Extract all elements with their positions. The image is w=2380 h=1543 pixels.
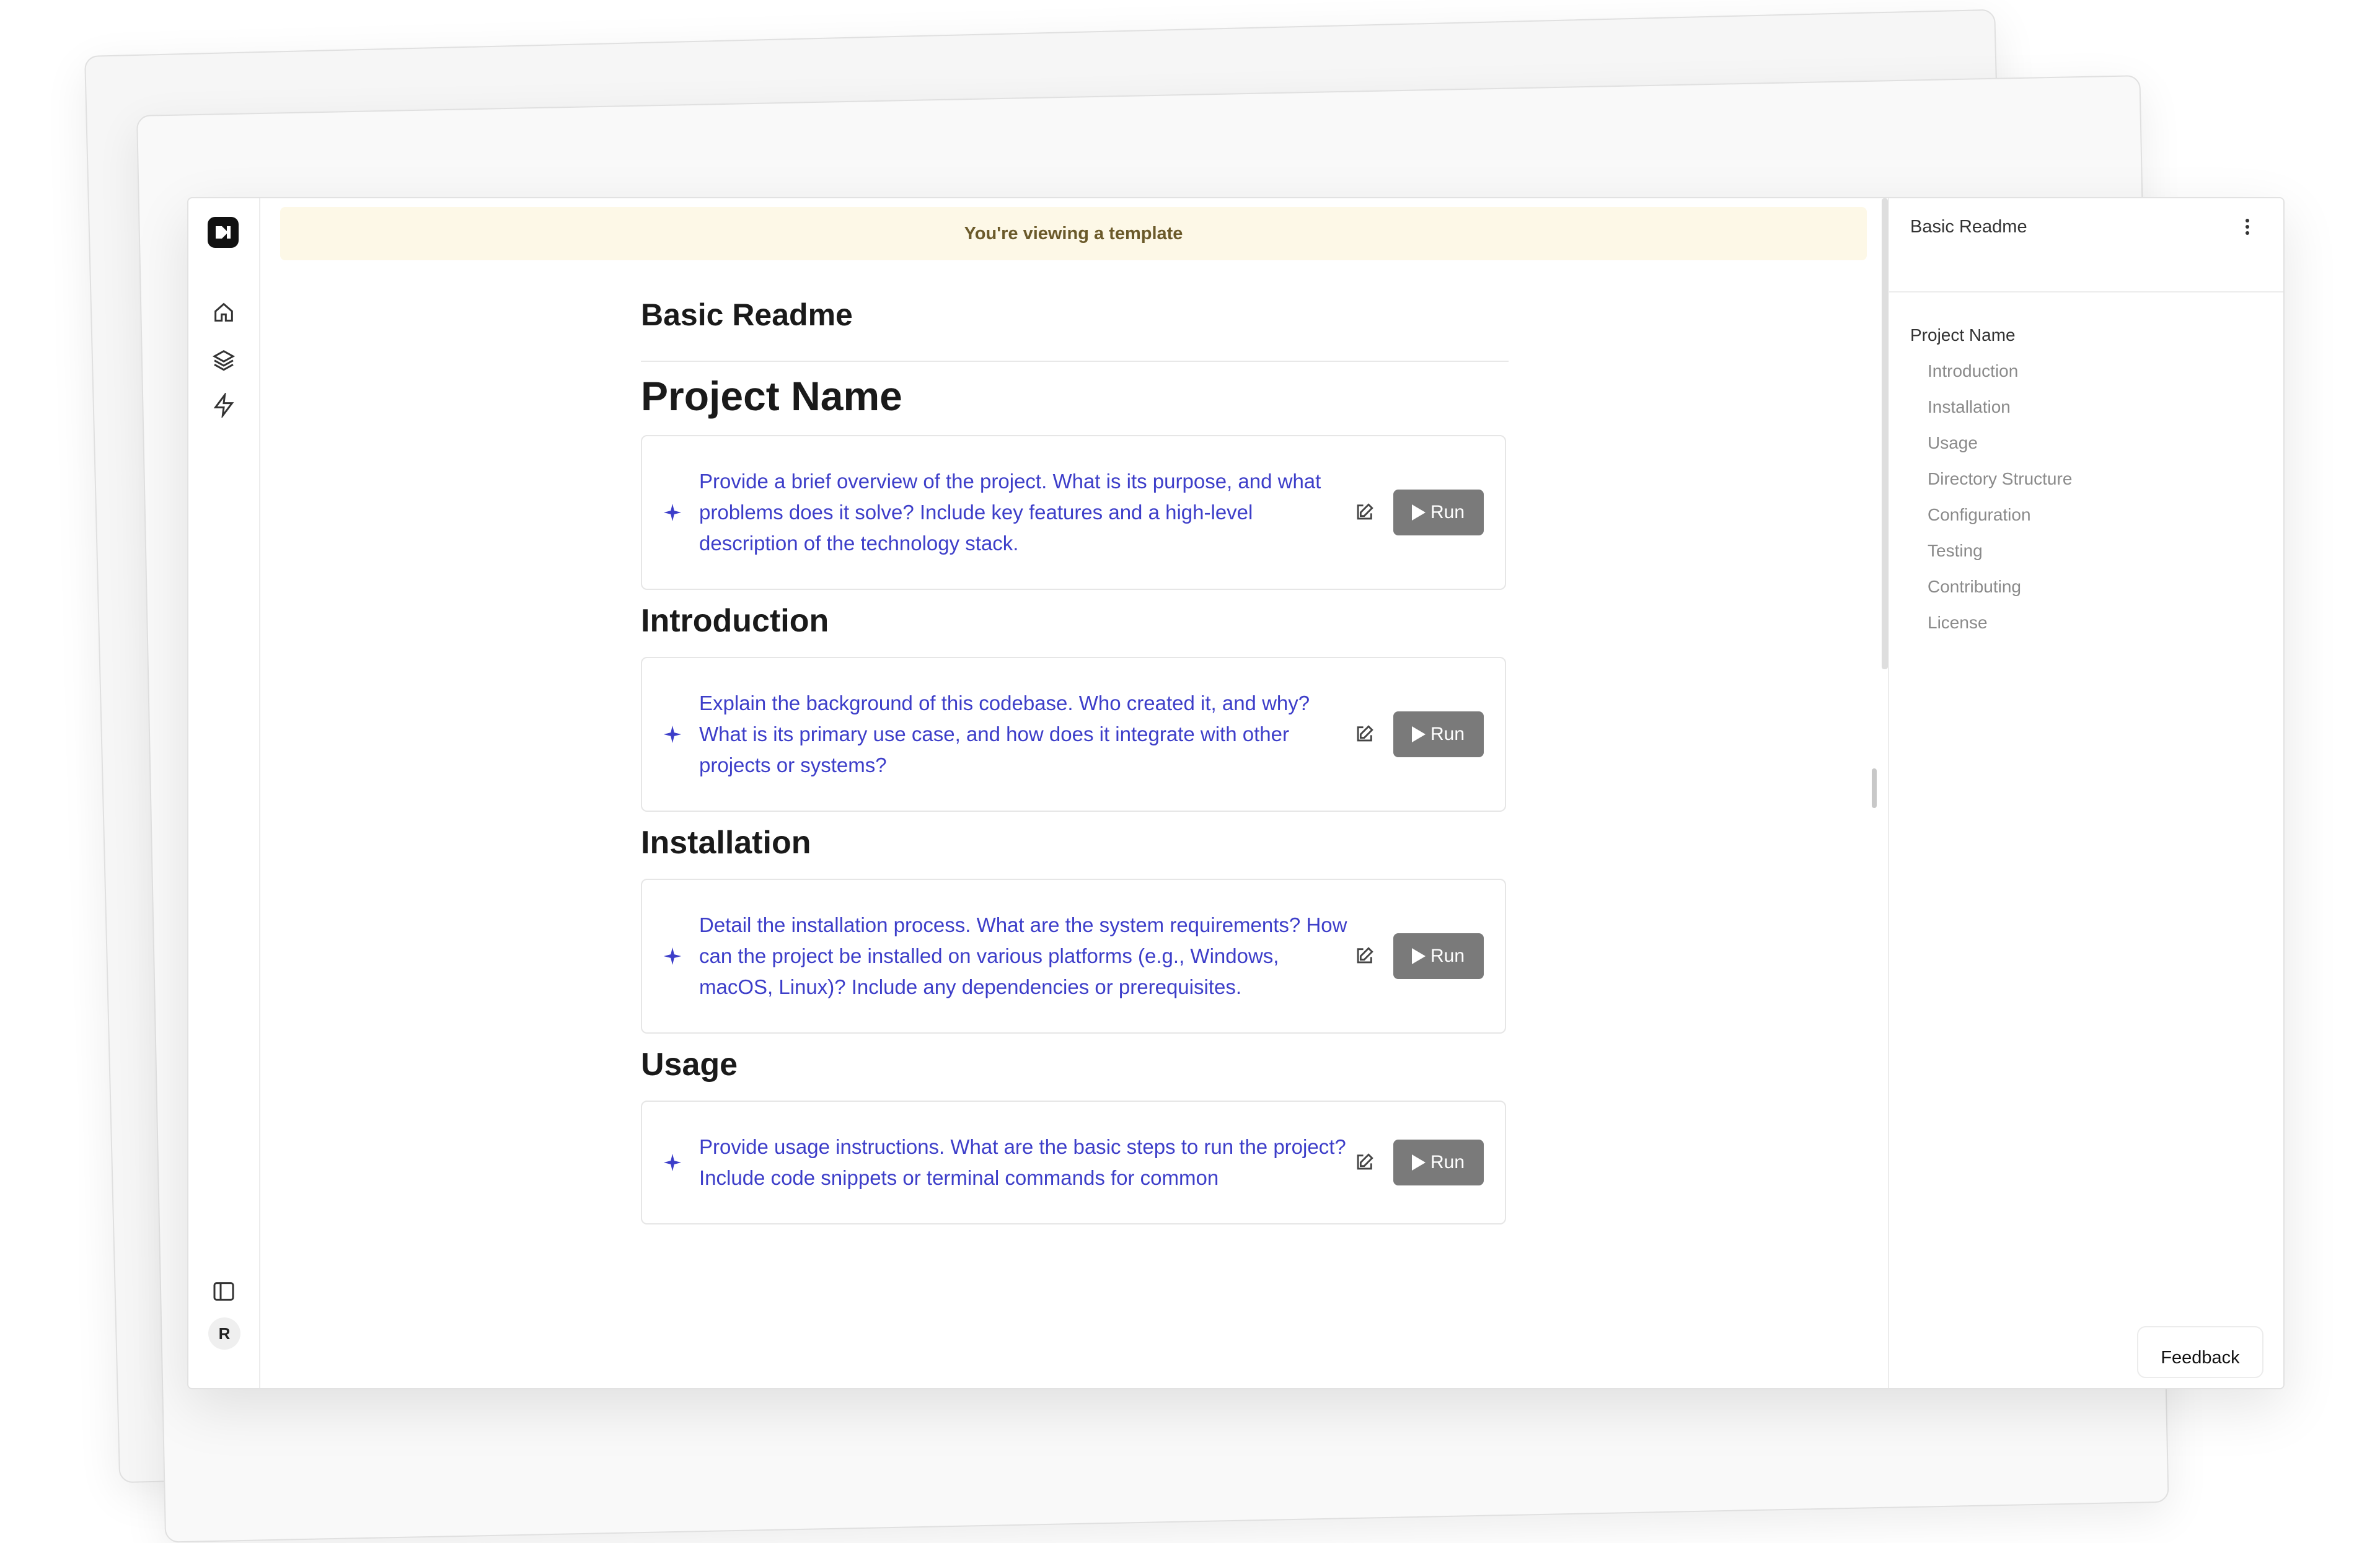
logo-icon[interactable] (208, 217, 239, 248)
prompt-block[interactable]: Detail the installation process. What ar… (641, 879, 1506, 1034)
prompt-text[interactable]: Provide usage instructions. What are the… (699, 1132, 1356, 1194)
run-label: Run (1430, 502, 1465, 522)
page-title: Basic Readme (641, 297, 853, 332)
toc-item-configuration[interactable]: Configuration (1889, 497, 2283, 533)
prompt-text[interactable]: Detail the installation process. What ar… (699, 910, 1356, 1003)
app-window: R You're viewing a template Basic Readme… (187, 197, 2285, 1389)
more-options-icon[interactable] (2241, 217, 2254, 239)
section-heading: Usage (641, 1047, 738, 1083)
toc-item-installation[interactable]: Installation (1889, 389, 2283, 425)
prompt-text[interactable]: Provide a brief overview of the project.… (699, 466, 1356, 559)
run-button[interactable]: Run (1393, 490, 1484, 535)
run-button[interactable]: Run (1393, 1140, 1484, 1185)
prompt-block[interactable]: Provide usage instructions. What are the… (641, 1101, 1506, 1224)
toc-item-project-name[interactable]: Project Name (1889, 317, 2283, 353)
edit-icon[interactable] (1354, 724, 1375, 745)
prompt-block[interactable]: Provide a brief overview of the project.… (641, 435, 1506, 590)
sparkle-icon (662, 724, 683, 748)
sparkle-icon (662, 502, 683, 526)
avatar[interactable]: R (208, 1317, 240, 1350)
play-icon (1412, 726, 1426, 742)
feedback-button[interactable]: Feedback (2137, 1326, 2263, 1378)
run-button[interactable]: Run (1393, 933, 1484, 979)
play-icon (1412, 948, 1426, 964)
run-label: Run (1430, 1152, 1465, 1172)
left-rail: R (188, 198, 260, 1388)
toc-header: Basic Readme (1889, 198, 2283, 292)
section-heading: Project Name (641, 373, 902, 419)
toc-item-testing[interactable]: Testing (1889, 533, 2283, 569)
toc-item-contributing[interactable]: Contributing (1889, 569, 2283, 605)
document: Basic Readme Project Name Provide a brie… (641, 291, 1509, 1224)
lightning-icon[interactable] (211, 393, 236, 418)
edit-icon[interactable] (1354, 1152, 1375, 1173)
toc-item-directory-structure[interactable]: Directory Structure (1889, 461, 2283, 497)
section-heading: Installation (641, 825, 811, 861)
edit-icon[interactable] (1354, 502, 1375, 523)
run-button[interactable]: Run (1393, 711, 1484, 757)
sparkle-icon (662, 1152, 683, 1176)
run-label: Run (1430, 946, 1465, 966)
sparkle-icon (662, 946, 683, 970)
template-banner: You're viewing a template (280, 207, 1867, 260)
layers-icon[interactable] (211, 347, 236, 372)
toc-list: Project Name Introduction Installation U… (1889, 292, 2283, 641)
scroll-handle[interactable] (1872, 768, 1877, 808)
scrollbar[interactable] (1882, 198, 1888, 669)
prompt-text[interactable]: Explain the background of this codebase.… (699, 688, 1356, 781)
play-icon (1412, 504, 1426, 521)
home-icon[interactable] (211, 300, 236, 325)
prompt-block[interactable]: Explain the background of this codebase.… (641, 657, 1506, 812)
sidebar-toggle-icon[interactable] (211, 1279, 236, 1304)
toc-item-introduction[interactable]: Introduction (1889, 353, 2283, 389)
toc-title: Basic Readme (1910, 217, 2027, 237)
toc-item-usage[interactable]: Usage (1889, 425, 2283, 461)
edit-icon[interactable] (1354, 946, 1375, 967)
table-of-contents-panel: Basic Readme Project Name Introduction I… (1888, 198, 2283, 1388)
toc-item-license[interactable]: License (1889, 605, 2283, 641)
run-label: Run (1430, 724, 1465, 744)
play-icon (1412, 1154, 1426, 1171)
section-heading: Introduction (641, 603, 829, 639)
